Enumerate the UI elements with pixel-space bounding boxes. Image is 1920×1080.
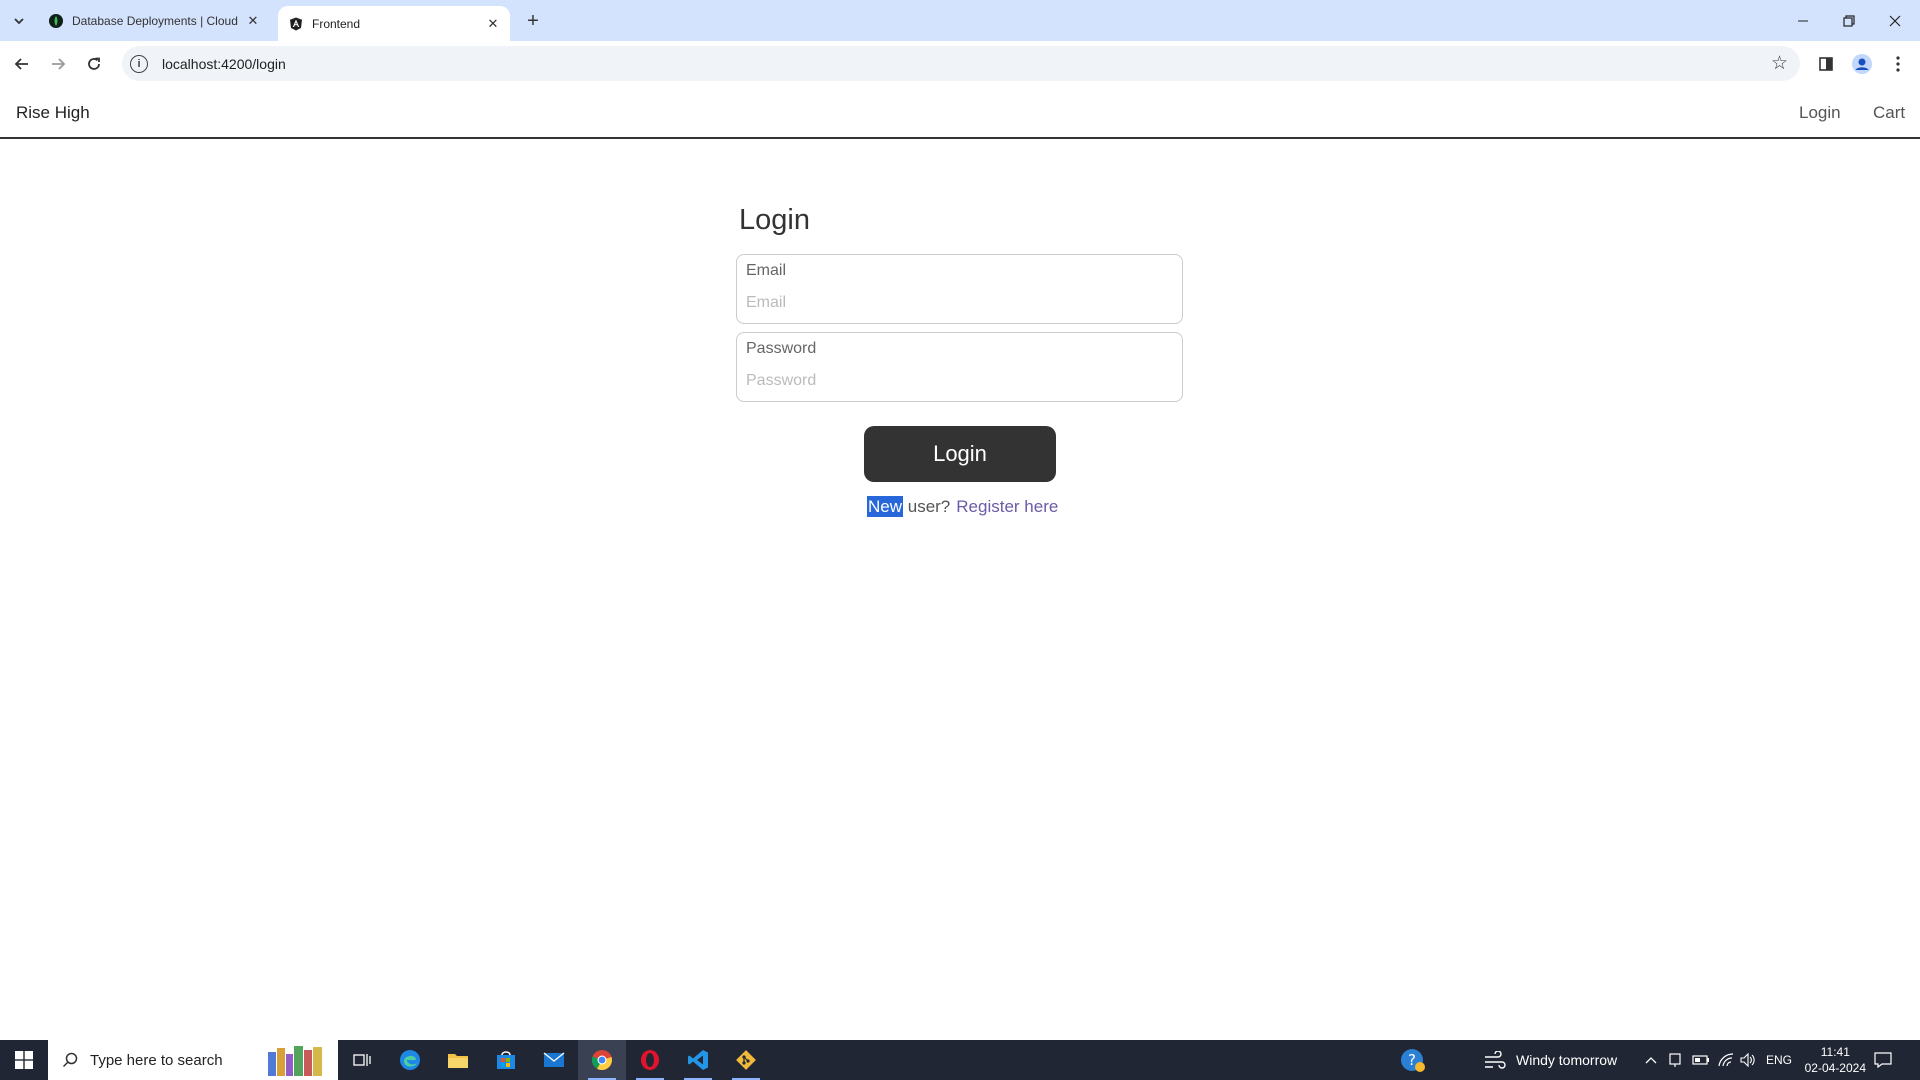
taskbar-store[interactable] [482, 1040, 530, 1080]
login-title: Login [739, 204, 810, 236]
start-button[interactable] [0, 1040, 48, 1080]
chrome-browser-icon [591, 1050, 612, 1071]
battery-icon [1692, 1055, 1709, 1065]
new-tab-button[interactable]: + [520, 8, 546, 34]
more-vertical-icon [1896, 56, 1900, 72]
clock-time: 11:41 [1820, 1045, 1850, 1059]
profile-avatar-icon [1852, 54, 1872, 74]
browser-menu-button[interactable] [1884, 50, 1912, 78]
notification-center-button[interactable] [1874, 1040, 1892, 1080]
register-prompt-text: user? [903, 497, 951, 516]
notification-icon [1874, 1052, 1892, 1068]
password-field[interactable]: Password [736, 332, 1183, 402]
selected-text: New [867, 496, 904, 517]
weather-text: Windy tomorrow [1516, 1052, 1618, 1068]
language-indicator[interactable]: ENG [1766, 1040, 1792, 1080]
meet-now-tray[interactable] [1668, 1040, 1682, 1080]
url-text[interactable]: localhost:4200/login [162, 56, 286, 72]
svg-text:?: ? [1408, 1051, 1416, 1069]
edge-browser-icon [400, 1050, 420, 1070]
tab-title: Database Deployments | Cloud [72, 13, 238, 28]
email-label: Email [746, 262, 787, 279]
taskbar-git[interactable] [722, 1040, 770, 1080]
weather-widget[interactable]: Windy tomorrow [1484, 1040, 1617, 1080]
search-highlight-books-icon [268, 1046, 322, 1076]
task-view-button[interactable] [338, 1040, 386, 1080]
taskbar-chrome[interactable] [578, 1040, 626, 1080]
tab-frontend[interactable]: Frontend ✕ [278, 6, 510, 41]
tab-database-deployments[interactable]: Database Deployments | Cloud ✕ [38, 0, 270, 41]
windows-taskbar: Type here to search ? Windy tomorrow ENG… [0, 1040, 1920, 1080]
network-tray[interactable] [1718, 1040, 1734, 1080]
restore-button[interactable] [1826, 0, 1872, 41]
email-input[interactable] [746, 291, 1166, 315]
login-submit-button[interactable]: Login [864, 426, 1056, 482]
angular-icon [288, 16, 304, 32]
wind-icon [1485, 1051, 1506, 1069]
taskbar-clock[interactable]: 11:41 02-04-2024 [1805, 1044, 1866, 1076]
chevron-down-icon [14, 18, 24, 25]
tab-title: Frontend [312, 16, 361, 31]
tab-search-button[interactable] [6, 8, 32, 34]
register-link[interactable]: Register here [956, 497, 1058, 516]
back-button[interactable] [8, 50, 36, 78]
page-content: Rise High Login Cart Login Email Passwor… [0, 86, 1920, 1040]
browser-tabstrip: Database Deployments | Cloud ✕ Frontend … [0, 0, 1920, 41]
register-prompt: New user? Register here [867, 496, 1058, 517]
taskbar-search[interactable]: Type here to search [48, 1040, 338, 1080]
windows-logo-icon [15, 1051, 33, 1069]
reload-button[interactable] [80, 50, 108, 78]
forward-button[interactable] [44, 50, 72, 78]
folder-icon [448, 1054, 468, 1068]
vscode-icon [688, 1050, 708, 1070]
chevron-up-icon [1645, 1057, 1657, 1064]
taskbar-vscode[interactable] [674, 1040, 722, 1080]
show-hidden-icons[interactable] [1644, 1040, 1658, 1080]
email-field[interactable]: Email [736, 254, 1183, 324]
reload-icon [88, 57, 100, 70]
search-placeholder: Type here to search [90, 1051, 223, 1069]
arrow-right-icon [52, 58, 66, 70]
close-tab-icon[interactable]: ✕ [484, 15, 502, 33]
battery-tray[interactable] [1692, 1040, 1710, 1080]
nav-login-link[interactable]: Login [1799, 103, 1841, 123]
password-input[interactable] [746, 369, 1166, 393]
side-panel-icon [1819, 57, 1833, 71]
address-bar[interactable]: i localhost:4200/login ☆ [122, 46, 1800, 81]
taskbar-opera[interactable] [626, 1040, 674, 1080]
close-tab-icon[interactable]: ✕ [244, 12, 262, 30]
clock-date: 02-04-2024 [1804, 1061, 1866, 1075]
minimize-icon [1798, 20, 1808, 21]
taskbar-mail[interactable] [530, 1040, 578, 1080]
git-icon [736, 1050, 756, 1070]
site-navbar: Rise High Login Cart [0, 86, 1920, 139]
speaker-icon [1740, 1053, 1755, 1067]
help-question-icon: ? [1401, 1049, 1425, 1072]
profile-button[interactable] [1848, 50, 1876, 78]
password-label: Password [746, 340, 817, 357]
bookmark-star-icon[interactable]: ☆ [1771, 52, 1788, 75]
minimize-button[interactable] [1780, 0, 1826, 41]
close-icon [1889, 15, 1901, 26]
task-view-icon [353, 1054, 371, 1066]
opera-browser-icon [641, 1050, 659, 1070]
browser-toolbar: i localhost:4200/login ☆ [0, 41, 1920, 86]
wifi-icon [1718, 1053, 1734, 1067]
mail-icon [543, 1052, 565, 1067]
store-bag-icon [497, 1051, 515, 1069]
taskbar-file-explorer[interactable] [434, 1040, 482, 1080]
help-tray-button[interactable]: ? [1400, 1040, 1426, 1080]
search-icon [62, 1052, 78, 1068]
close-window-button[interactable] [1872, 0, 1918, 41]
arrow-left-icon [14, 58, 28, 70]
mongodb-leaf-icon [48, 13, 64, 29]
taskbar-edge[interactable] [386, 1040, 434, 1080]
volume-tray[interactable] [1740, 1040, 1756, 1080]
site-info-icon[interactable]: i [130, 54, 148, 73]
restore-icon [1843, 14, 1855, 27]
side-panel-button[interactable] [1812, 50, 1840, 78]
brand-link[interactable]: Rise High [16, 103, 90, 123]
device-icon [1669, 1053, 1681, 1067]
nav-cart-link[interactable]: Cart [1873, 103, 1905, 123]
